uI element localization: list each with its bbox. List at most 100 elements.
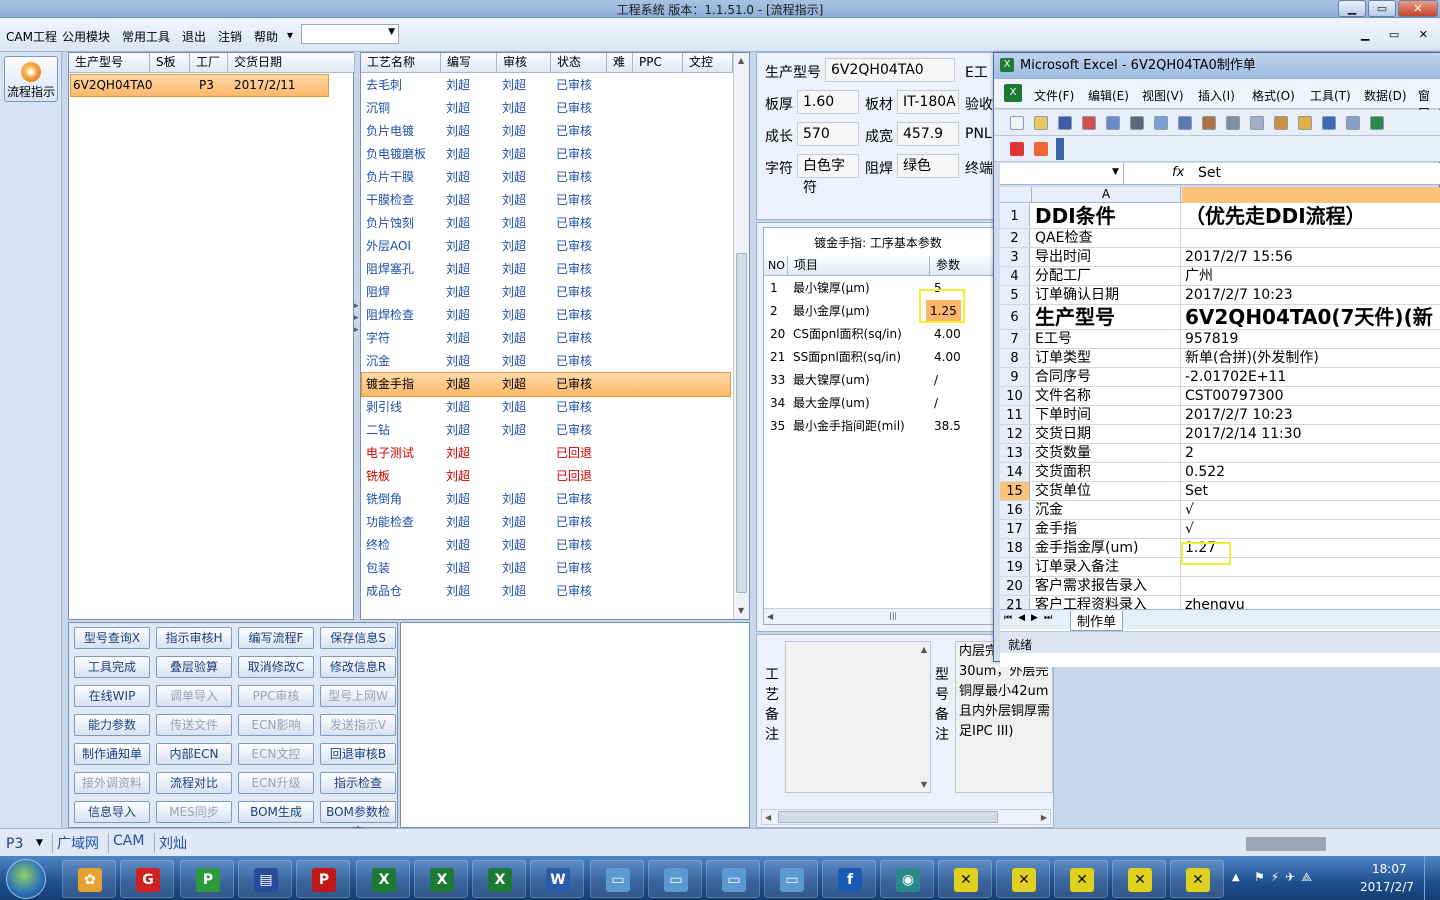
command-button[interactable]: 保存信息S	[320, 627, 396, 649]
taskbar-app[interactable]: P	[180, 860, 234, 898]
permission-icon[interactable]	[1082, 116, 1096, 130]
cell-a[interactable]: QAE检查	[1031, 229, 1181, 247]
row-number[interactable]: 6	[1000, 305, 1030, 329]
excel-window[interactable]: X Microsoft Excel - 6V2QH04TA0制作单 X 文件(F…	[993, 52, 1440, 667]
process-row[interactable]: 负片蚀刻 刘超 刘超 已审核	[362, 212, 730, 235]
row-number[interactable]: 14	[1000, 463, 1030, 481]
cell-a[interactable]: 生产型号	[1031, 305, 1181, 329]
spreadsheet-grid[interactable]: A 1 DDI条件 （优先走DDI流程） 2 QAE检查 3 导出时间 2017/2/7 15…	[1000, 187, 1440, 667]
col-header[interactable]: 审核	[497, 53, 551, 73]
redo-icon[interactable]	[1346, 116, 1360, 130]
format-painter-icon[interactable]	[1298, 116, 1312, 130]
soldermask-field[interactable]: 绿色	[897, 154, 959, 178]
cell-a[interactable]: E工号	[1031, 330, 1181, 348]
command-button[interactable]: 发送指示V	[320, 714, 396, 736]
param-row[interactable]: 21 SS面pnl面积(sq/in) 4.00	[764, 346, 996, 369]
taskbar-app[interactable]: ✕	[1054, 860, 1108, 898]
process-row[interactable]: 负电镀磨板 刘超 刘超 已审核	[362, 143, 730, 166]
command-button[interactable]: 取消修改C	[238, 656, 314, 678]
process-row[interactable]: 终检 刘超 刘超 已审核	[362, 534, 730, 557]
sheet-row[interactable]: 9 合同序号 -2.01702E+11	[1000, 368, 1440, 387]
cell-a[interactable]: 金手指	[1031, 520, 1181, 538]
menu-tools[interactable]: 常用工具	[122, 28, 170, 45]
command-button[interactable]: 能力参数	[74, 714, 150, 736]
cell-a[interactable]: 客户需求报告录入	[1031, 577, 1181, 595]
row-number[interactable]: 12	[1000, 425, 1030, 443]
taskbar-app[interactable]: G	[120, 860, 174, 898]
command-button[interactable]: PPC审核	[238, 685, 314, 707]
row-number[interactable]: 3	[1000, 248, 1030, 266]
taskbar-app[interactable]: ✿	[62, 860, 116, 898]
pdf-icon[interactable]	[1010, 142, 1024, 156]
sheet-row[interactable]: 12 交货日期 2017/2/14 11:30	[1000, 425, 1440, 444]
cell-b[interactable]: 6V2QH04TA0(7天件)(新	[1182, 305, 1433, 329]
taskbar-app[interactable]: X	[472, 860, 526, 898]
col-header[interactable]: 编写	[441, 53, 497, 73]
cell-b[interactable]: √	[1182, 501, 1194, 519]
row-number[interactable]: 1	[1000, 204, 1030, 228]
tray-icons[interactable]: ⚑⚡✈⟁	[1254, 870, 1318, 885]
taskbar-app[interactable]: ▤	[238, 860, 292, 898]
param-row[interactable]: 33 最大镍厚(um) /	[764, 369, 996, 392]
command-button[interactable]: ECN文控	[238, 743, 314, 765]
process-row[interactable]: 负片电镀 刘超 刘超 已审核	[362, 120, 730, 143]
cell-b[interactable]: 0.522	[1182, 463, 1225, 481]
process-row[interactable]: 包装 刘超 刘超 已审核	[362, 557, 730, 580]
cell-a[interactable]: 交货数量	[1031, 444, 1181, 462]
process-row[interactable]: 铣板 刘超 已回退	[362, 465, 730, 488]
command-button[interactable]: 修改信息R	[320, 656, 396, 678]
command-button[interactable]: 编写流程F	[238, 627, 314, 649]
cell-a[interactable]: 下单时间	[1031, 406, 1181, 424]
cell-b[interactable]: √	[1182, 520, 1194, 538]
cell-b[interactable]: 957819	[1182, 330, 1238, 348]
excel-menu-edit[interactable]: 编辑(E)	[1088, 87, 1129, 104]
col-header[interactable]: 文控	[683, 53, 733, 73]
command-button[interactable]: 流程对比	[156, 772, 232, 794]
row-number[interactable]: 7	[1000, 330, 1030, 348]
cell-a[interactable]: 订单录入备注	[1031, 558, 1181, 576]
command-button[interactable]: 制作通知单	[74, 743, 150, 765]
command-button[interactable]: 回退审核B	[320, 743, 396, 765]
command-button[interactable]: BOM参数检查	[320, 801, 396, 839]
col-header-a[interactable]: A	[1031, 187, 1181, 203]
taskbar-app[interactable]: ▭	[764, 860, 818, 898]
process-row[interactable]: 阻焊检查 刘超 刘超 已审核	[362, 304, 730, 327]
taskbar-app[interactable]: ▭	[590, 860, 644, 898]
command-button[interactable]: 信息导入	[74, 801, 150, 823]
command-button[interactable]: 型号上网W	[320, 685, 396, 707]
excel-menu-tools[interactable]: 工具(T)	[1310, 87, 1351, 104]
col-header[interactable]: S板	[150, 53, 190, 73]
cell-b[interactable]: -2.01702E+11	[1182, 368, 1286, 386]
menu-logout[interactable]: 注销	[218, 28, 242, 45]
minimize-button[interactable]: ▁	[1338, 0, 1366, 17]
copy-icon[interactable]	[1250, 116, 1264, 130]
row-number[interactable]: 4	[1000, 267, 1030, 285]
process-row[interactable]: 剥引线 刘超 刘超 已审核	[362, 396, 730, 419]
horizontal-scrollbar[interactable]: ◀ ▶	[761, 809, 1051, 825]
cell-b[interactable]: 2017/2/7 10:23	[1182, 286, 1293, 304]
cell-a[interactable]: 交货日期	[1031, 425, 1181, 443]
command-button[interactable]: 型号查询X	[74, 627, 150, 649]
cell-a[interactable]: 金手指金厚(um)	[1031, 539, 1181, 557]
command-button[interactable]: 指示审核H	[156, 627, 232, 649]
row-number[interactable]: 8	[1000, 349, 1030, 367]
excel-menu-data[interactable]: 数据(D)	[1364, 87, 1407, 104]
sheet-row[interactable]: 8 订单类型 新单(合拼)(外发制作)	[1000, 349, 1440, 368]
param-row[interactable]: 35 最小金手指间距(mil) 38.5	[764, 415, 996, 438]
taskbar-app[interactable]: P	[296, 860, 350, 898]
command-button[interactable]: 叠层验算	[156, 656, 232, 678]
cell-a[interactable]: 订单确认日期	[1031, 286, 1181, 304]
sheet-row[interactable]: 5 订单确认日期 2017/2/7 10:23	[1000, 286, 1440, 305]
row-number[interactable]: 9	[1000, 368, 1030, 386]
preview-icon[interactable]	[1154, 116, 1168, 130]
factory-selector[interactable]: P3	[6, 836, 23, 852]
sheet-row[interactable]: 11 下单时间 2017/2/7 10:23	[1000, 406, 1440, 425]
row-number[interactable]: 2	[1000, 229, 1030, 247]
sheet-row[interactable]: 14 交货面积 0.522	[1000, 463, 1440, 482]
excel-menu-view[interactable]: 视图(V)	[1142, 87, 1184, 104]
spellcheck-icon[interactable]	[1178, 116, 1192, 130]
cell-b[interactable]: 新单(合拼)(外发制作)	[1182, 349, 1319, 367]
chevron-down-icon[interactable]: ▾	[287, 28, 293, 42]
command-button[interactable]: ECN影响	[238, 714, 314, 736]
formula-input[interactable]: Set	[1198, 165, 1221, 181]
